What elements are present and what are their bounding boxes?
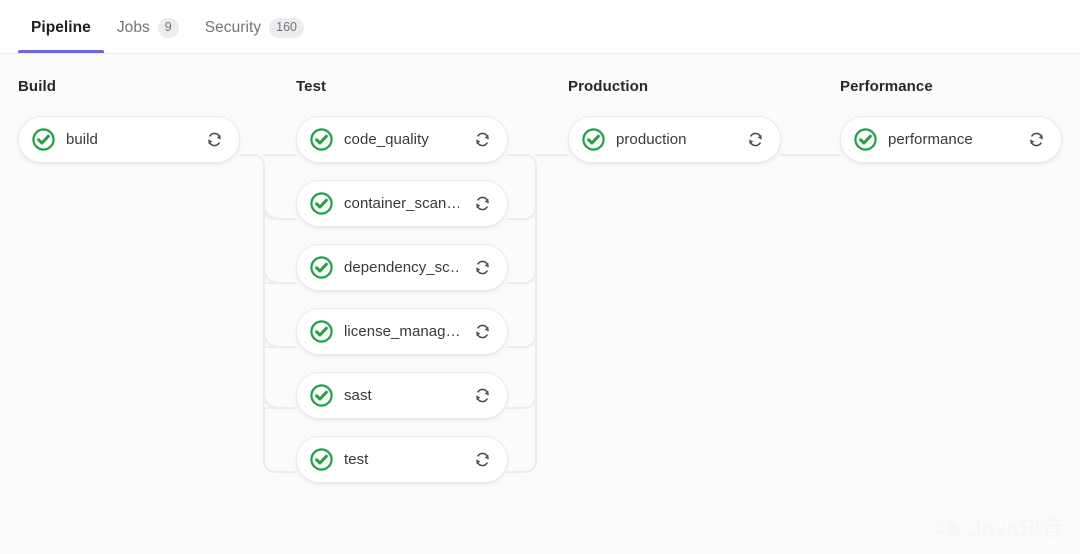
job-name: sast <box>344 387 459 404</box>
job-card[interactable]: dependency_sc… <box>296 244 508 291</box>
stage-build-jobs: build <box>18 116 240 163</box>
retry-icon[interactable] <box>467 125 497 155</box>
tab-security[interactable]: Security 160 <box>192 0 317 53</box>
stage-production-jobs: production <box>568 116 781 163</box>
job-name: test <box>344 451 459 468</box>
tab-bar: Pipeline Jobs 9 Security 160 <box>0 0 1080 54</box>
job-name: performance <box>888 131 1013 148</box>
job-card[interactable]: production <box>568 116 781 163</box>
tab-pipeline[interactable]: Pipeline <box>18 0 104 53</box>
job-card[interactable]: sast <box>296 372 508 419</box>
check-circle-icon <box>310 384 333 407</box>
job-name: build <box>66 131 191 148</box>
stage-performance: Performance performance <box>840 78 1062 163</box>
retry-icon[interactable] <box>467 189 497 219</box>
job-card[interactable]: build <box>18 116 240 163</box>
tab-active-underline <box>18 50 104 53</box>
retry-icon[interactable] <box>1021 125 1051 155</box>
job-name: dependency_sc… <box>344 259 459 276</box>
check-circle-icon <box>310 320 333 343</box>
tab-jobs-label: Jobs <box>117 18 150 36</box>
stage-performance-title: Performance <box>840 78 1062 96</box>
retry-icon[interactable] <box>467 445 497 475</box>
stage-test: Test code_quality <box>296 78 508 483</box>
job-name: code_quality <box>344 131 459 148</box>
stage-test-jobs: code_quality co <box>296 116 508 483</box>
job-name: production <box>616 131 732 148</box>
check-circle-icon <box>310 448 333 471</box>
stage-production-title: Production <box>568 78 781 96</box>
job-card[interactable]: test <box>296 436 508 483</box>
tab-security-badge: 160 <box>269 18 304 38</box>
retry-icon[interactable] <box>467 317 497 347</box>
stage-performance-jobs: performance <box>840 116 1062 163</box>
check-circle-icon <box>310 256 333 279</box>
tab-security-label: Security <box>205 18 261 36</box>
pipeline-page: Pipeline Jobs 9 Security 160 <box>0 0 1080 554</box>
stage-build-title: Build <box>18 78 240 96</box>
check-circle-icon <box>310 128 333 151</box>
tab-pipeline-label: Pipeline <box>31 18 91 36</box>
job-card[interactable]: code_quality <box>296 116 508 163</box>
check-circle-icon <box>854 128 877 151</box>
tab-jobs[interactable]: Jobs 9 <box>104 0 192 53</box>
job-name: container_scan… <box>344 195 459 212</box>
stage-production: Production production <box>568 78 781 163</box>
check-circle-icon <box>32 128 55 151</box>
job-card[interactable]: performance <box>840 116 1062 163</box>
job-name: license_manag… <box>344 323 459 340</box>
stage-build: Build build <box>18 78 240 163</box>
retry-icon[interactable] <box>199 125 229 155</box>
retry-icon[interactable] <box>467 381 497 411</box>
check-circle-icon <box>582 128 605 151</box>
retry-icon[interactable] <box>467 253 497 283</box>
retry-icon[interactable] <box>740 125 770 155</box>
job-card[interactable]: container_scan… <box>296 180 508 227</box>
job-card[interactable]: license_manag… <box>296 308 508 355</box>
check-circle-icon <box>310 192 333 215</box>
tab-jobs-badge: 9 <box>158 18 179 38</box>
pipeline-graph: Build build <box>0 54 1080 554</box>
stage-test-title: Test <box>296 78 508 96</box>
